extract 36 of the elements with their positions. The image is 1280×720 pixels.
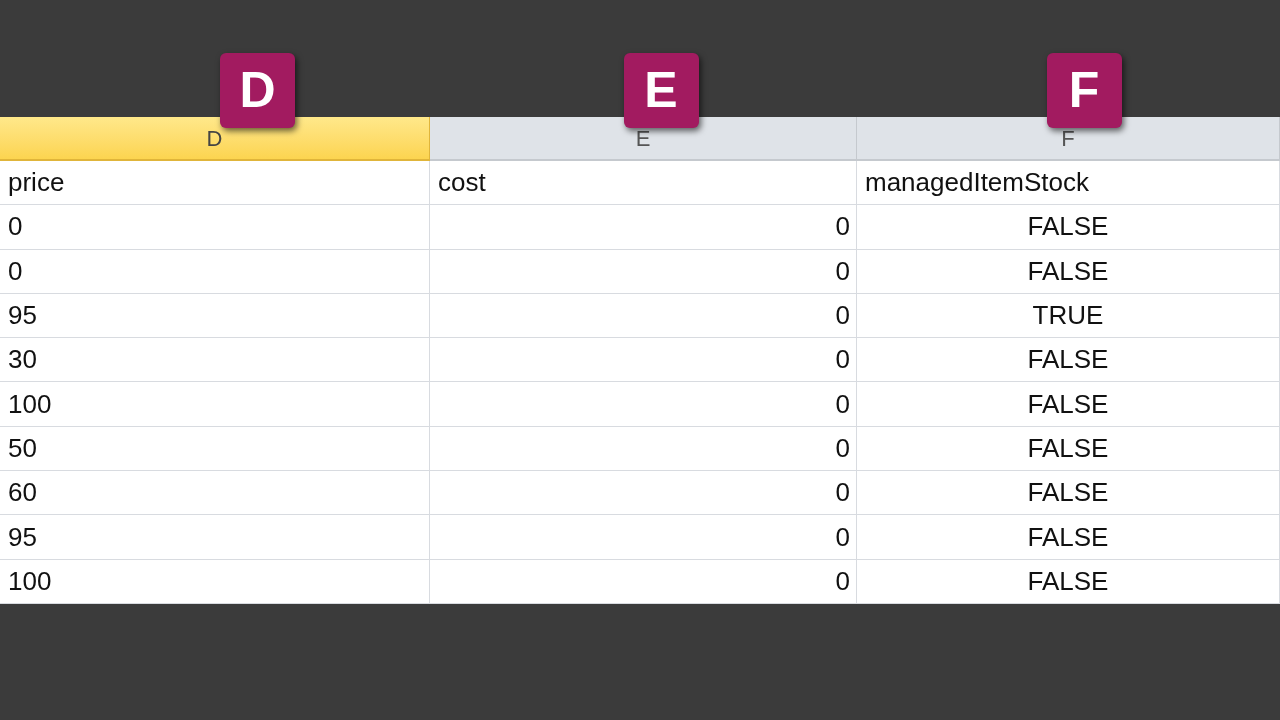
column-letter-badge: F [1046, 53, 1122, 128]
table-cell: FALSE [857, 471, 1280, 516]
column-title-cell: price [0, 161, 430, 206]
table-cell: 0 [430, 426, 857, 472]
column-letter-badge: D [220, 53, 295, 128]
column-letter-badge: E [623, 53, 699, 128]
column-title-cell: managedItemStock [857, 161, 1280, 206]
table-cell: 0 [430, 293, 857, 339]
table-cell: FALSE [857, 515, 1280, 560]
table-cell: 30 [0, 338, 430, 383]
table-cell: 95 [0, 515, 430, 560]
table-cell: 95 [0, 293, 430, 339]
table-cell: FALSE [857, 249, 1280, 294]
table-cell: 0 [430, 338, 857, 383]
table-cell: FALSE [857, 426, 1280, 472]
table-cell: 0 [430, 382, 857, 427]
table-cell: 0 [430, 471, 857, 516]
column-header[interactable]: D [0, 117, 430, 161]
column-title-cell: cost [430, 161, 857, 206]
table-cell: TRUE [857, 293, 1280, 339]
table-cell: 60 [0, 471, 430, 516]
table-cell: 50 [0, 426, 430, 472]
table-cell: 100 [0, 382, 430, 427]
table-cell: 0 [430, 249, 857, 294]
table-cell: FALSE [857, 382, 1280, 427]
table-cell: 0 [0, 249, 430, 294]
table-cell: FALSE [857, 559, 1280, 604]
column-header[interactable]: E [430, 117, 857, 161]
table-cell: 0 [0, 205, 430, 250]
table-cell: 0 [430, 205, 857, 250]
column-header[interactable]: F [857, 117, 1280, 161]
table-cell: 100 [0, 559, 430, 604]
table-cell: 0 [430, 559, 857, 604]
table-cell: FALSE [857, 205, 1280, 250]
table-cell: FALSE [857, 338, 1280, 383]
table-cell: 0 [430, 515, 857, 560]
